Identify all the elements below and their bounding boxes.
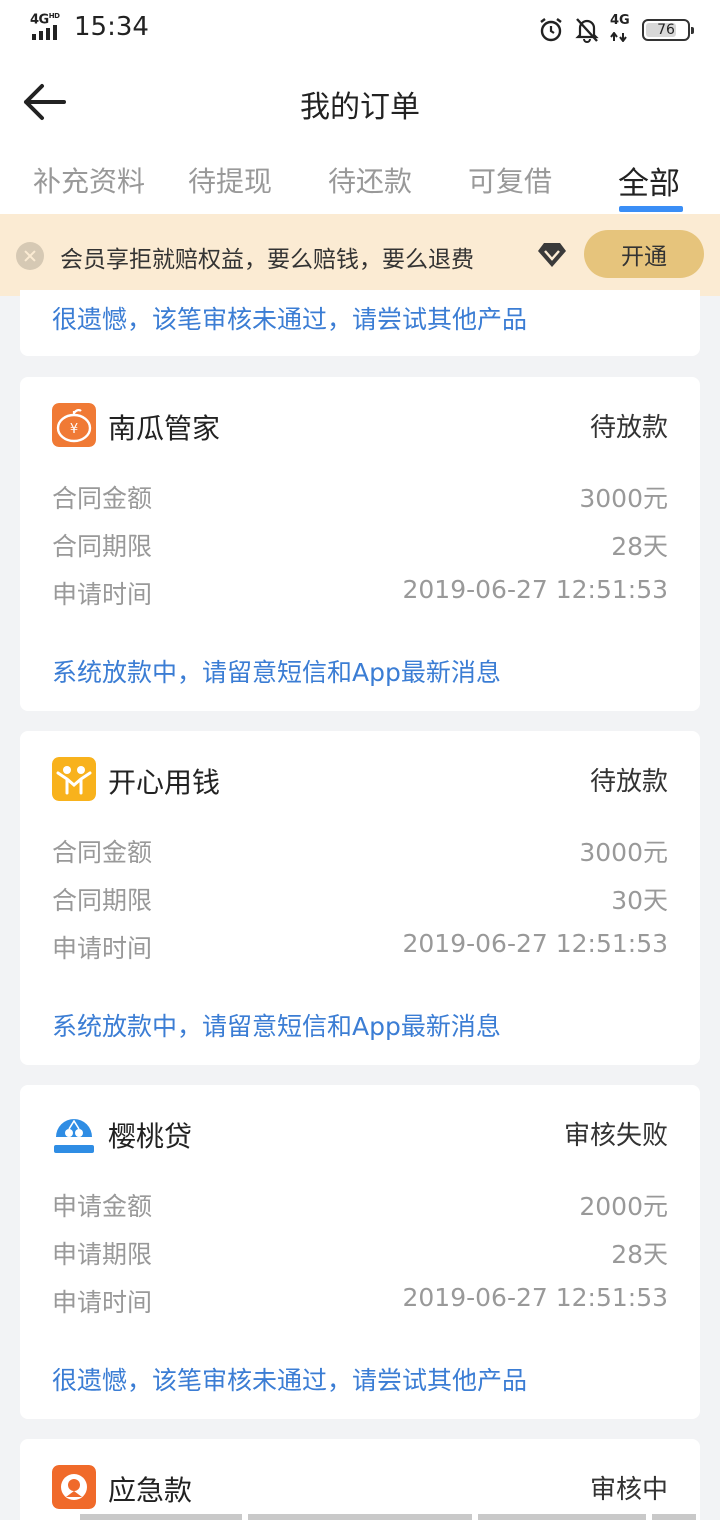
- emergency-loan-logo-icon: [52, 1465, 96, 1509]
- row-value: 28天: [611, 1240, 668, 1269]
- product-name: 南瓜管家: [108, 412, 221, 445]
- order-card-header: 开心用钱 待放款: [52, 755, 668, 803]
- mobile-data-label: 4G: [610, 13, 630, 28]
- mute-bell-icon: [575, 18, 599, 43]
- scroll-indicator: [80, 1514, 696, 1520]
- row-label: 合同期限: [52, 886, 153, 915]
- close-icon[interactable]: [16, 242, 44, 270]
- order-tabs: 补充资料 待提现 待还款 可复借 全部: [0, 148, 720, 214]
- tab-reborrow[interactable]: 可复借: [468, 160, 552, 200]
- order-card-header: ¥ 南瓜管家 待放款: [52, 401, 668, 449]
- order-card[interactable]: 应急款 审核中: [20, 1439, 700, 1520]
- diamond-icon: [538, 243, 566, 267]
- order-status: 待放款: [589, 767, 668, 797]
- row-value: 28天: [611, 532, 668, 561]
- row-label: 合同金额: [52, 838, 153, 867]
- order-status: 审核中: [589, 1475, 668, 1505]
- product-name: 应急款: [108, 1474, 193, 1507]
- svg-text:¥: ¥: [70, 422, 78, 437]
- network-indicator: 4GHD: [30, 12, 66, 42]
- row-value: 2019-06-27 12:51:53: [402, 929, 668, 958]
- membership-banner: 会员享拒就赔权益，要么赔钱，要么退费 开通: [0, 214, 720, 296]
- tab-pending-withdraw[interactable]: 待提现: [188, 160, 272, 200]
- happy-money-logo-icon: [52, 757, 96, 801]
- contract-term-row: 合同期限 28天: [52, 527, 668, 567]
- apply-time-row: 申请时间 2019-06-27 12:51:53: [52, 575, 668, 615]
- battery-level: 76: [657, 22, 675, 38]
- order-status: 待放款: [589, 413, 668, 443]
- cherry-logo-icon: [52, 1111, 96, 1155]
- row-value: 2019-06-27 12:51:53: [402, 1283, 668, 1312]
- banner-text: 会员享拒就赔权益，要么赔钱，要么退费: [60, 247, 474, 273]
- apply-amount-row: 申请金额 2000元: [52, 1187, 668, 1227]
- tab-supplement[interactable]: 补充资料: [33, 160, 145, 200]
- signal-icon: [32, 25, 57, 40]
- order-message: 系统放款中，请留意短信和App最新消息: [52, 658, 501, 687]
- active-tab-indicator: [619, 206, 683, 212]
- clock: 15:34: [74, 12, 149, 42]
- product-name: 开心用钱: [108, 766, 221, 799]
- data-arrows-icon: [610, 31, 627, 43]
- order-message: 系统放款中，请留意短信和App最新消息: [52, 1012, 501, 1041]
- order-status: 审核失败: [563, 1121, 668, 1151]
- status-right: 4G 76: [538, 14, 694, 46]
- row-value: 30天: [611, 886, 668, 915]
- tab-all[interactable]: 全部: [618, 158, 680, 203]
- order-message: 很遗憾，该笔审核未通过，请尝试其他产品: [52, 1366, 528, 1395]
- product-name: 樱桃贷: [108, 1120, 193, 1153]
- contract-amount-row: 合同金额 3000元: [52, 479, 668, 519]
- order-card[interactable]: ¥ 南瓜管家 待放款 合同金额 3000元 合同期限 28天 申请时间 2019…: [20, 377, 700, 711]
- mobile-data-indicator: 4G: [610, 14, 632, 46]
- status-bar: 4GHD 15:34 4G 76: [0, 0, 720, 58]
- row-label: 合同金额: [52, 484, 153, 513]
- nav-bar: 我的订单: [0, 58, 720, 148]
- status-left: 4GHD 15:34: [30, 12, 149, 42]
- order-card[interactable]: 开心用钱 待放款 合同金额 3000元 合同期限 30天 申请时间 2019-0…: [20, 731, 700, 1065]
- pumpkin-logo-icon: ¥: [52, 403, 96, 447]
- row-value: 3000元: [579, 838, 668, 867]
- row-label: 申请时间: [52, 580, 153, 609]
- row-label: 合同期限: [52, 532, 153, 561]
- page-title: 我的订单: [300, 90, 420, 125]
- tab-pending-repay[interactable]: 待还款: [328, 160, 412, 200]
- alarm-icon: [540, 18, 562, 42]
- apply-term-row: 申请期限 28天: [52, 1235, 668, 1275]
- order-message: 很遗憾，该笔审核未通过，请尝试其他产品: [52, 305, 528, 334]
- apply-time-row: 申请时间 2019-06-27 12:51:53: [52, 1283, 668, 1323]
- battery-icon: 76: [642, 19, 694, 41]
- order-card-header: 应急款 审核中: [52, 1463, 668, 1511]
- order-card[interactable]: 樱桃贷 审核失败 申请金额 2000元 申请期限 28天 申请时间 2019-0…: [20, 1085, 700, 1419]
- order-card-partial[interactable]: 很遗憾，该笔审核未通过，请尝试其他产品: [20, 290, 700, 356]
- contract-amount-row: 合同金额 3000元: [52, 833, 668, 873]
- row-value: 2000元: [579, 1192, 668, 1221]
- apply-time-row: 申请时间 2019-06-27 12:51:53: [52, 929, 668, 969]
- row-label: 申请时间: [52, 934, 153, 963]
- row-label: 申请期限: [52, 1240, 153, 1269]
- row-label: 申请时间: [52, 1288, 153, 1317]
- activate-button[interactable]: 开通: [584, 230, 704, 278]
- row-label: 申请金额: [52, 1192, 153, 1221]
- network-sup: HD: [48, 12, 60, 20]
- row-value: 2019-06-27 12:51:53: [402, 575, 668, 604]
- row-value: 3000元: [579, 484, 668, 513]
- contract-term-row: 合同期限 30天: [52, 881, 668, 921]
- order-card-header: 樱桃贷 审核失败: [52, 1109, 668, 1157]
